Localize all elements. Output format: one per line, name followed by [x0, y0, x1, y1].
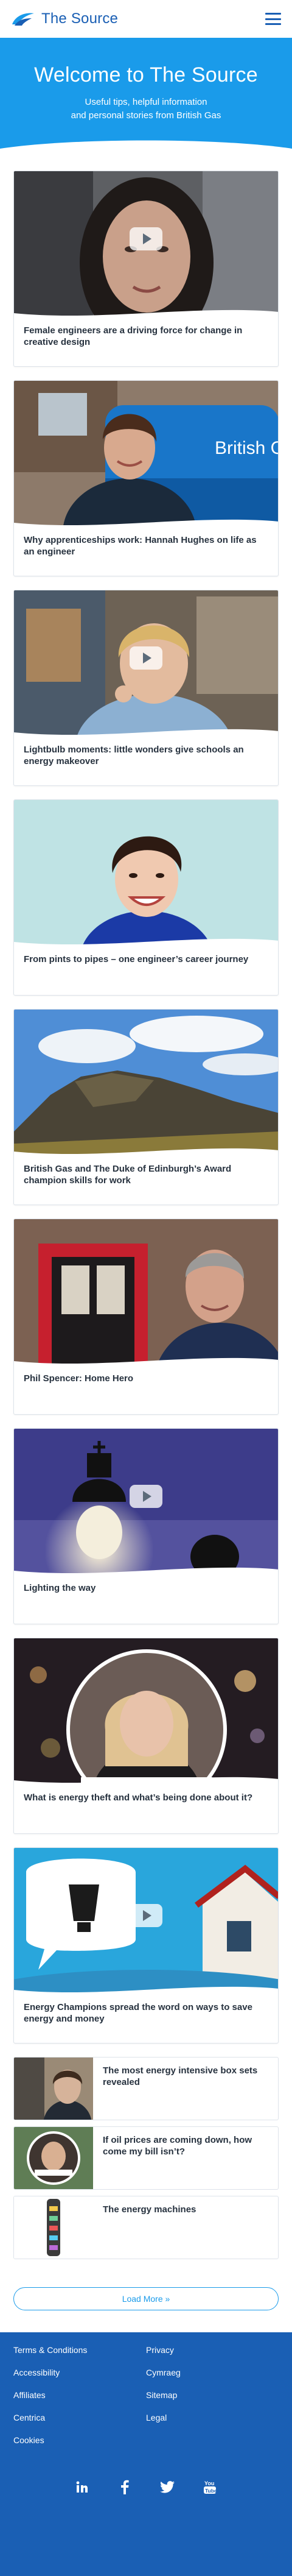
article-title: What is energy theft and what’s being do…	[24, 1792, 253, 1803]
article-image	[14, 1638, 278, 1787]
article-image	[14, 171, 278, 320]
article-card[interactable]: What is energy theft and what’s being do…	[13, 1638, 279, 1834]
article-image	[14, 1010, 278, 1158]
brand-name: The Source	[41, 10, 119, 27]
list-item-thumbnail	[14, 2196, 93, 2259]
article-card[interactable]: British Gas and The Duke of Edinburgh’s …	[13, 1009, 279, 1205]
article-title: Energy Champions spread the word on ways…	[24, 2002, 252, 2024]
article-card[interactable]: From pints to pipes – one engineer’s car…	[13, 799, 279, 996]
list-item-title: The energy machines	[103, 2204, 196, 2215]
list-item-title: The most energy intensive box sets revea…	[103, 2065, 258, 2087]
article-title: Lightbulb moments: little wonders give s…	[24, 745, 244, 766]
article-title: From pints to pipes – one engineer’s car…	[24, 954, 249, 964]
hamburger-menu-icon[interactable]	[265, 13, 281, 25]
hero-title: Welcome to The Source	[34, 63, 258, 87]
article-title: Lighting the way	[24, 1583, 96, 1593]
article-card[interactable]: British Gas Why apprenticeships work: Ha…	[13, 380, 279, 576]
twitter-icon[interactable]	[159, 2479, 175, 2495]
brand-home-link[interactable]: The Source	[11, 10, 118, 27]
list-item-thumbnail	[14, 2127, 93, 2189]
site-footer: Terms & Conditions Accessibility Affilia…	[0, 2332, 292, 2576]
article-title: Female engineers are a driving force for…	[24, 325, 243, 347]
social-links: You Tube	[13, 2479, 279, 2495]
footer-link-cymraeg[interactable]: Cymraeg	[146, 2368, 279, 2377]
hero-banner: Welcome to The Source Useful tips, helpf…	[0, 38, 292, 160]
svg-text:Tube: Tube	[205, 2488, 217, 2494]
list-item[interactable]: If oil prices are coming down, how come …	[13, 2126, 279, 2190]
list-item-title: If oil prices are coming down, how come …	[103, 2135, 252, 2157]
article-image	[14, 800, 278, 949]
article-image	[14, 1429, 278, 1577]
load-more-button[interactable]: Load More »	[13, 2287, 279, 2310]
footer-link-centrica[interactable]: Centrica	[13, 2413, 146, 2422]
site-header: The Source	[0, 0, 292, 38]
article-feed: Female engineers are a driving force for…	[0, 160, 292, 2259]
footer-link-legal[interactable]: Legal	[146, 2413, 279, 2422]
footer-link-accessibility[interactable]: Accessibility	[13, 2368, 146, 2377]
hero-curve-divider	[0, 140, 292, 160]
hero-subtitle-line-1: Useful tips, helpful information	[85, 97, 207, 107]
list-item[interactable]: The most energy intensive box sets revea…	[13, 2057, 279, 2120]
article-image	[14, 1848, 278, 1997]
article-card[interactable]: Female engineers are a driving force for…	[13, 171, 279, 367]
footer-link-terms[interactable]: Terms & Conditions	[13, 2346, 146, 2354]
article-title: Phil Spencer: Home Hero	[24, 1373, 134, 1384]
list-item[interactable]: The energy machines	[13, 2196, 279, 2259]
youtube-icon[interactable]: You Tube	[202, 2479, 218, 2495]
video-play-icon[interactable]	[130, 646, 162, 670]
article-image: British Gas	[14, 381, 278, 529]
footer-link-sitemap[interactable]: Sitemap	[146, 2391, 279, 2399]
video-play-icon[interactable]	[130, 1904, 162, 1927]
article-title: Why apprenticeships work: Hannah Hughes …	[24, 535, 257, 557]
footer-link-cookies[interactable]: Cookies	[13, 2436, 146, 2444]
article-image	[14, 1219, 278, 1368]
van-brand-text: British Gas	[215, 438, 278, 458]
footer-links-right: Privacy Cymraeg Sitemap Legal	[146, 2346, 279, 2458]
video-play-icon[interactable]	[130, 227, 162, 250]
article-image	[14, 590, 278, 739]
linkedin-icon[interactable]	[74, 2479, 90, 2495]
load-more-section: Load More »	[0, 2265, 292, 2332]
footer-links-left: Terms & Conditions Accessibility Affilia…	[13, 2346, 146, 2458]
article-card[interactable]: Lighting the way	[13, 1428, 279, 1624]
hero-subtitle-line-2: and personal stories from British Gas	[71, 110, 221, 121]
video-play-icon[interactable]	[130, 1485, 162, 1508]
article-card[interactable]: Energy Champions spread the word on ways…	[13, 1847, 279, 2043]
footer-link-affiliates[interactable]: Affiliates	[13, 2391, 146, 2399]
british-gas-flame-logo-icon	[12, 13, 34, 26]
article-title: British Gas and The Duke of Edinburgh’s …	[24, 1164, 232, 1186]
svg-text:You: You	[204, 2480, 214, 2486]
footer-link-privacy[interactable]: Privacy	[146, 2346, 279, 2354]
footer-links: Terms & Conditions Accessibility Affilia…	[13, 2346, 279, 2458]
article-card[interactable]: Lightbulb moments: little wonders give s…	[13, 590, 279, 786]
list-item-thumbnail	[14, 2058, 93, 2120]
facebook-icon[interactable]	[117, 2479, 133, 2495]
article-card[interactable]: Phil Spencer: Home Hero	[13, 1219, 279, 1415]
hero-subtitle: Useful tips, helpful information and per…	[0, 96, 292, 122]
